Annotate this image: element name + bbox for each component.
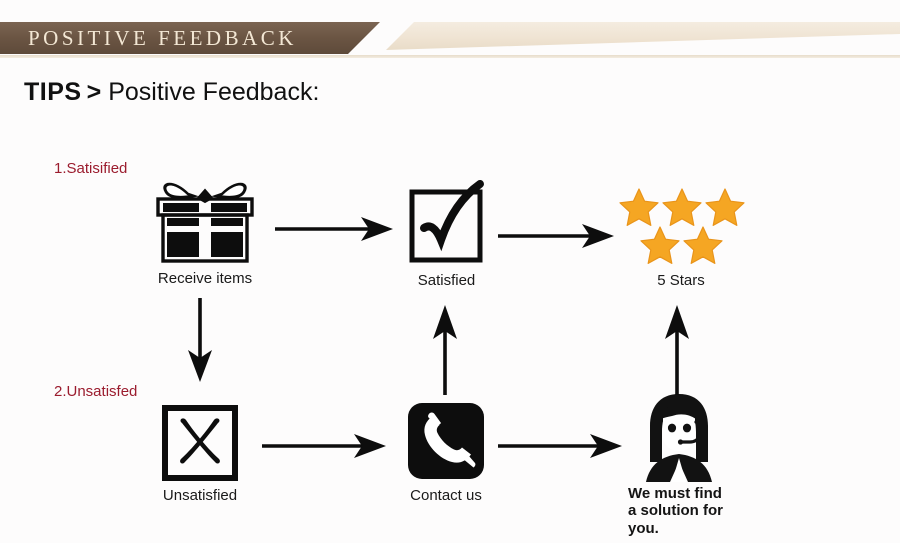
node-agent: We must find a solution for you. <box>628 392 726 537</box>
check-box-icon <box>409 180 484 263</box>
node-label-contact-us: Contact us <box>410 487 482 504</box>
node-label-receive-items: Receive items <box>157 270 253 287</box>
banner-title: POSITIVE FEEDBACK <box>28 26 297 50</box>
telephone-icon <box>408 403 484 479</box>
header-banner: POSITIVE FEEDBACK <box>0 22 900 58</box>
arrow-satisfied-to-stars <box>498 212 616 258</box>
node-contact-us: Contact us <box>408 403 484 504</box>
support-agent-icon <box>646 394 712 482</box>
cross-box-icon <box>162 405 238 481</box>
five-stars-icon <box>619 188 745 264</box>
arrow-receive-to-unsatisfied <box>178 298 224 384</box>
arrow-unsatisfied-to-contact <box>262 422 388 468</box>
arrow-contact-to-satisfied <box>423 303 469 395</box>
arrow-contact-to-agent <box>498 422 624 468</box>
node-satisfied: Satisfied <box>408 180 488 289</box>
page-title-subtitle: Positive Feedback: <box>108 78 320 106</box>
node-receive-items: Receive items <box>150 178 260 287</box>
node-label-five-stars: 5 Stars <box>657 272 705 289</box>
node-label-unsatisfied: Unsatisfied <box>162 487 238 504</box>
gift-box-icon <box>156 182 254 263</box>
page-title-tips: TIPS <box>24 78 82 106</box>
slide-canvas: POSITIVE FEEDBACK TIPS > Positive Feedback… <box>0 0 900 543</box>
arrow-receive-to-satisfied <box>275 205 395 251</box>
page-title: TIPS > Positive Feedback: <box>24 78 319 107</box>
node-label-satisfied: Satisfied <box>417 272 476 289</box>
page-title-separator: > <box>86 78 102 106</box>
step-label-unsatisfied: 2.Unsatisfed <box>54 383 138 400</box>
agent-message-line-3: you. <box>628 519 659 537</box>
agent-message-line-2: a solution for <box>628 502 723 520</box>
banner-underline <box>0 55 900 58</box>
step-label-satisfied: 1.Satisified <box>54 160 128 177</box>
node-five-stars: 5 Stars <box>618 188 745 289</box>
agent-message: We must find a solution for you. <box>628 485 723 537</box>
banner-light-shape <box>386 22 900 50</box>
node-unsatisfied: Unsatisfied <box>160 403 240 504</box>
arrow-agent-to-stars <box>655 303 701 395</box>
agent-message-line-1: We must find <box>628 485 722 502</box>
